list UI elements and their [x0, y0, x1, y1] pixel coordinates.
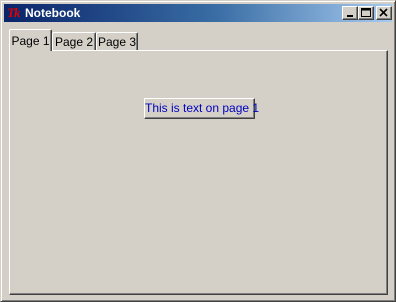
tab-page-2[interactable]: Page 2 [52, 32, 96, 50]
tab-page-1[interactable]: Page 1 [9, 29, 52, 51]
tab-label: Page 3 [97, 35, 137, 49]
maximize-button[interactable] [358, 6, 374, 20]
notebook-window: Tk Notebook Page 1 Page 2 Page 3 This is… [0, 0, 396, 302]
tab-label: Page 2 [54, 35, 94, 49]
close-icon [379, 8, 388, 17]
maximize-icon [361, 8, 371, 17]
window-title: Notebook [25, 6, 81, 20]
title-bar[interactable]: Tk Notebook [4, 4, 392, 22]
notebook-page-panel: This is text on page 1 [9, 50, 388, 295]
tab-page-3[interactable]: Page 3 [96, 32, 138, 50]
minimize-icon [347, 15, 353, 17]
close-button[interactable] [376, 6, 392, 20]
tk-feather-icon[interactable]: Tk [7, 5, 23, 21]
minimize-button[interactable] [342, 6, 358, 20]
tab-label: Page 1 [11, 34, 50, 48]
page-1-text-label: This is text on page 1 [144, 98, 259, 119]
